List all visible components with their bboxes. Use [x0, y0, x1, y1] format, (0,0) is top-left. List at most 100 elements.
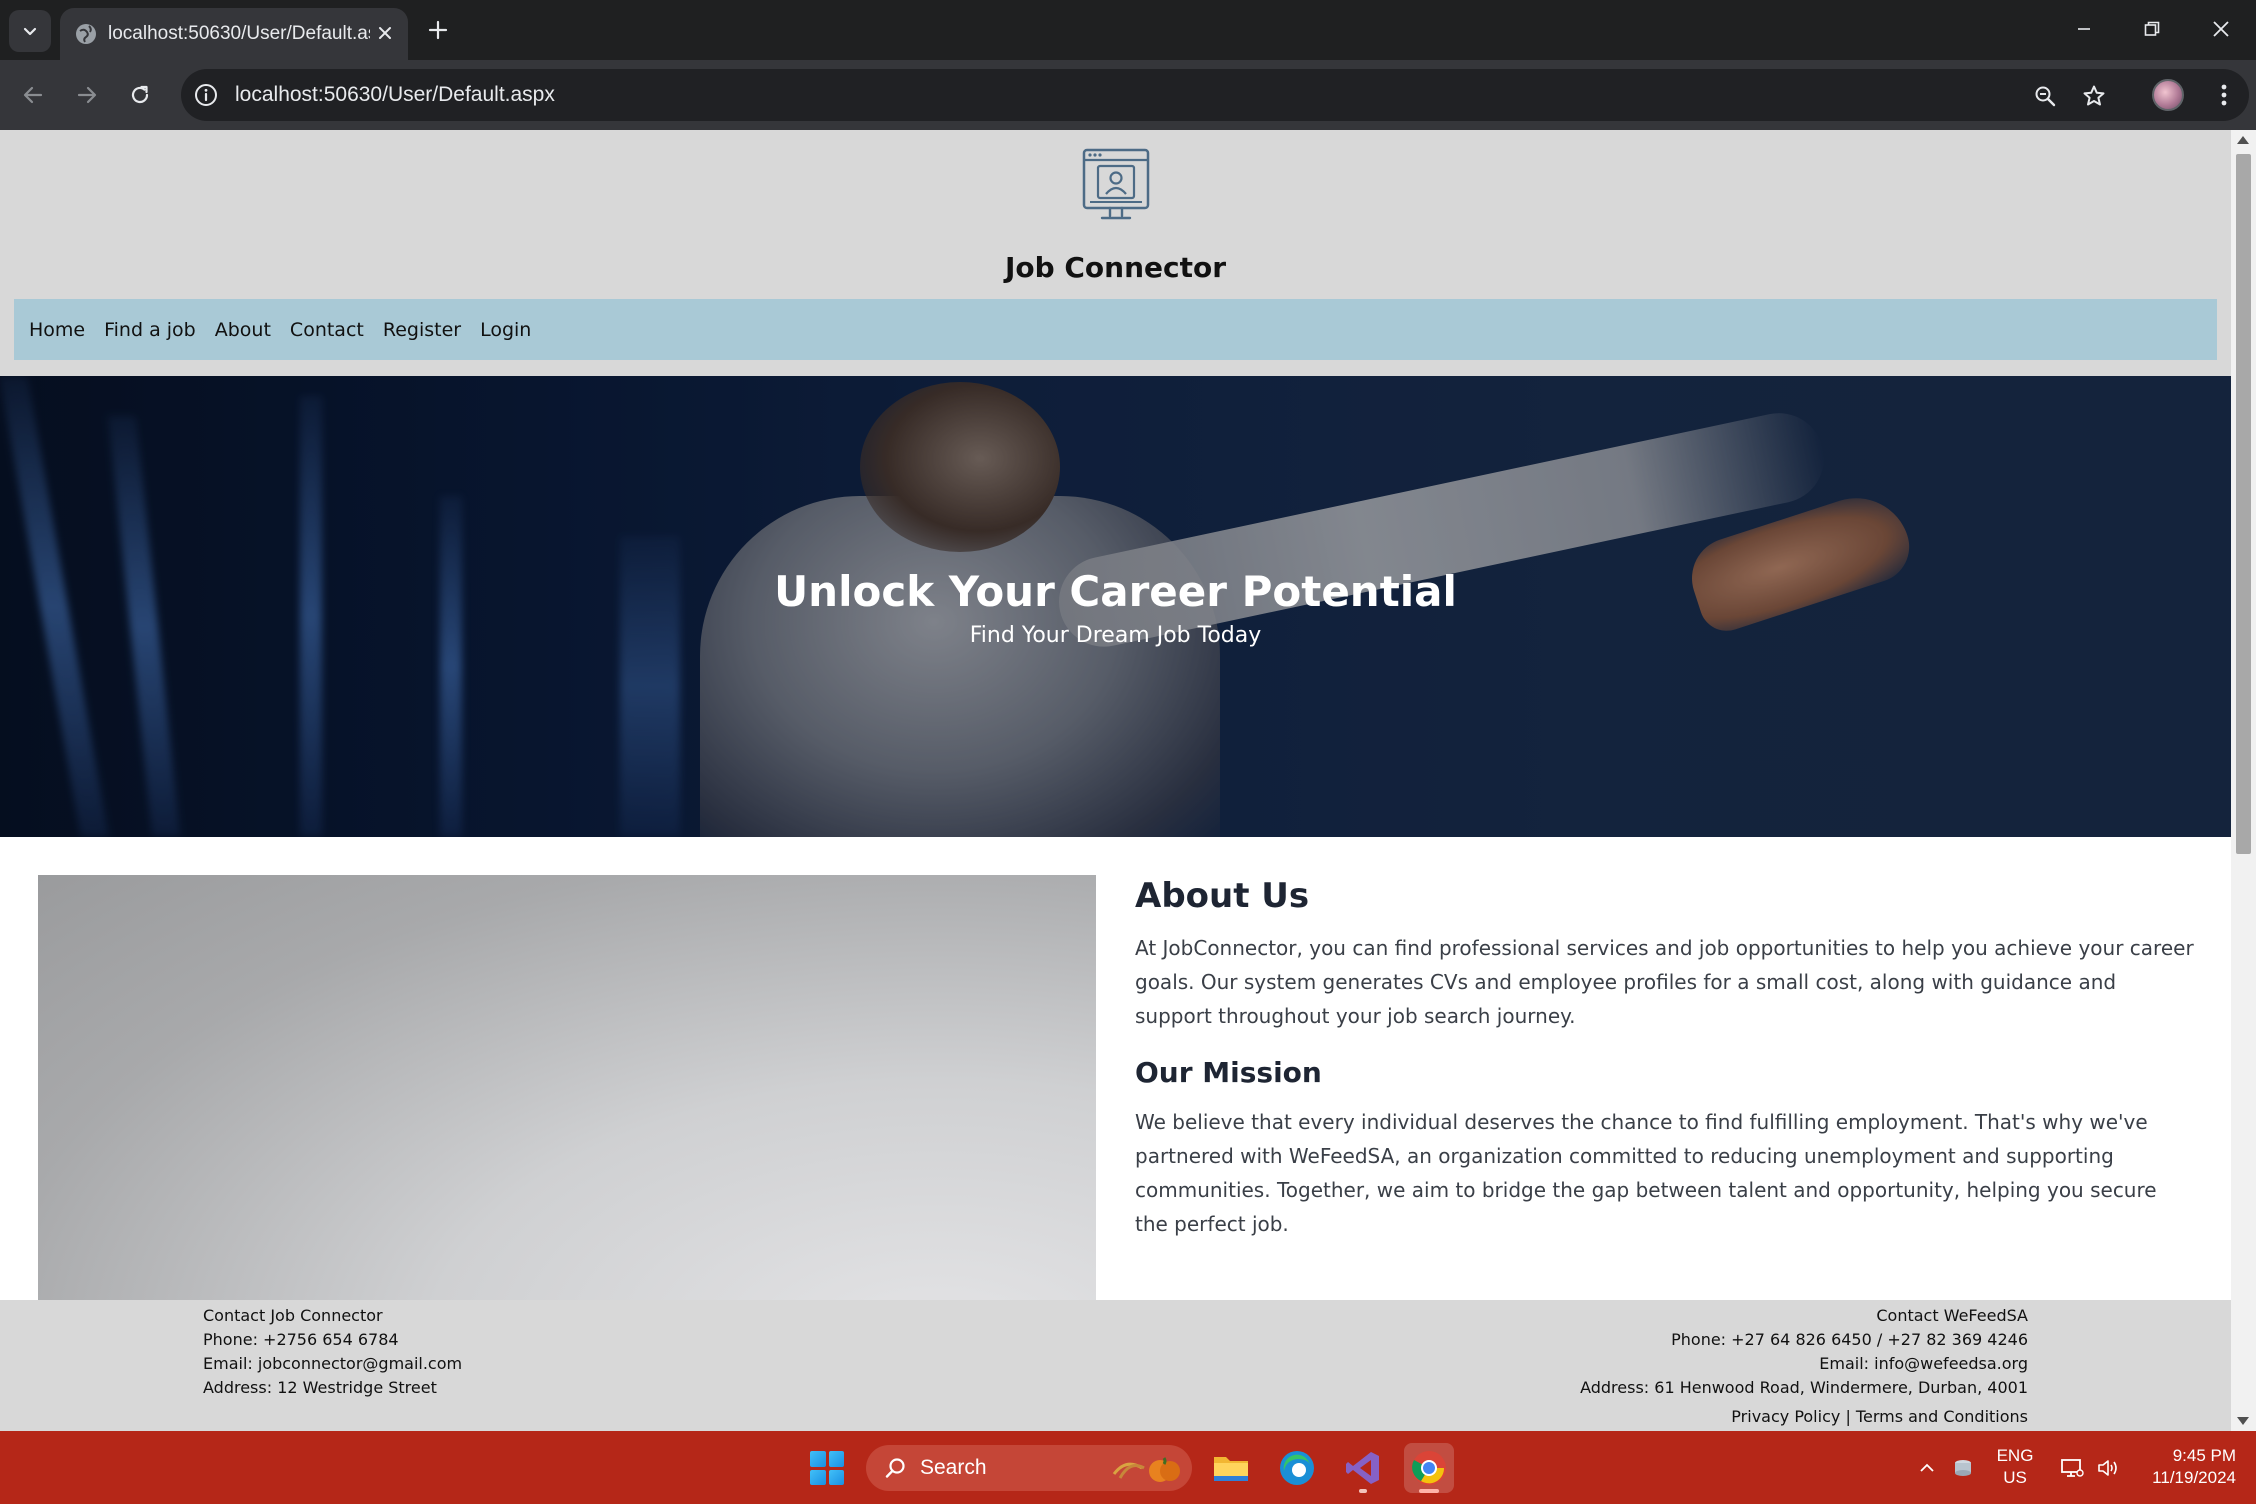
edge-browser-icon	[1280, 1451, 1314, 1485]
back-button[interactable]	[15, 77, 51, 113]
taskbar-search-label: Search	[920, 1456, 987, 1479]
site-header: Job Connector Home Find a job About Cont…	[0, 130, 2231, 376]
chrome-browser-icon	[1412, 1451, 1446, 1485]
footer-links: Privacy Policy | Terms and Conditions	[1580, 1405, 2028, 1429]
scroll-up-arrow-icon[interactable]	[2237, 136, 2249, 144]
more-vertical-icon	[2221, 84, 2227, 106]
nav-link-home[interactable]: Home	[29, 319, 85, 341]
plus-icon	[428, 20, 448, 40]
restore-button[interactable]	[2127, 8, 2177, 50]
tab-search-button[interactable]	[9, 10, 51, 52]
tray-app-icon[interactable]	[1948, 1431, 1978, 1504]
job-connector-logo-icon	[1082, 148, 1150, 220]
minimize-icon	[2078, 28, 2090, 30]
footer-link-separator: |	[1845, 1407, 1851, 1426]
hero-banner: Unlock Your Career Potential Find Your D…	[0, 376, 2231, 837]
show-hidden-icons-button[interactable]	[1912, 1431, 1942, 1504]
about-heading: About Us	[1135, 876, 1310, 916]
site-title: Job Connector	[1004, 251, 1227, 284]
about-paragraph: At JobConnector, you can find profession…	[1135, 936, 2194, 1028]
tab-close-button[interactable]	[372, 20, 398, 46]
autumn-leaves-icon	[1112, 1457, 1180, 1482]
info-icon[interactable]	[193, 82, 219, 108]
browser-menu-button[interactable]	[2210, 78, 2238, 112]
chevron-up-icon	[1920, 1463, 1934, 1472]
taskbar-edge[interactable]	[1272, 1443, 1322, 1493]
hero-title: Unlock Your Career Potential	[774, 567, 1457, 616]
arrow-right-icon	[77, 86, 97, 104]
network-icon	[2061, 1458, 2084, 1477]
page-scrollbar[interactable]	[2231, 130, 2256, 1431]
nav-link-contact[interactable]: Contact	[290, 319, 364, 341]
language-indicator[interactable]: ENG US	[1990, 1445, 2040, 1489]
windows-logo-icon	[810, 1469, 826, 1485]
url-text[interactable]: localhost:50630/User/Default.aspx	[235, 82, 555, 108]
minimize-button[interactable]	[2059, 8, 2109, 50]
taskbar-chrome[interactable]	[1404, 1443, 1454, 1493]
address-bar[interactable]: localhost:50630/User/Default.aspx	[181, 69, 2249, 121]
browser-tab[interactable]: localhost:50630/User/Default.aspx	[60, 8, 408, 60]
arrow-left-icon	[23, 86, 43, 104]
terms-and-conditions-link[interactable]: Terms and Conditions	[1856, 1407, 2028, 1426]
app-active-indicator	[1419, 1489, 1439, 1493]
close-icon	[379, 27, 391, 39]
privacy-policy-link[interactable]: Privacy Policy	[1731, 1407, 1840, 1426]
footer-left-phone: Phone: +2756 654 6784	[203, 1330, 399, 1349]
scroll-down-arrow-icon[interactable]	[2237, 1417, 2249, 1425]
zoom-button[interactable]	[2030, 81, 2060, 111]
windows-logo-icon	[828, 1451, 844, 1467]
web-page: Job Connector Home Find a job About Cont…	[0, 130, 2231, 1431]
bookmark-button[interactable]	[2079, 81, 2109, 111]
footer-right-heading: Contact WeFeedSA	[1876, 1306, 2028, 1325]
site-footer: Contact Job Connector Phone: +2756 654 6…	[0, 1300, 2231, 1431]
clock-date: 11/19/2024	[2152, 1468, 2236, 1487]
chevron-down-icon	[23, 27, 37, 36]
speaker-icon	[2098, 1459, 2117, 1476]
footer-left-address: Address: 12 Westridge Street	[203, 1378, 437, 1397]
globe-icon	[76, 24, 96, 44]
footer-left-email: Email: jobconnector@gmail.com	[203, 1354, 463, 1373]
scrollbar-thumb[interactable]	[2236, 154, 2251, 854]
footer-right-address: Address: 61 Henwood Road, Windermere, Du…	[1580, 1378, 2028, 1397]
nav-link-register[interactable]: Register	[383, 319, 461, 341]
main-navigation: Home Find a job About Contact Register L…	[14, 299, 2217, 360]
restore-icon	[2144, 21, 2160, 36]
about-section: About Us At JobConnector, you can find p…	[1135, 875, 2195, 1241]
page-viewport: Job Connector Home Find a job About Cont…	[0, 130, 2256, 1431]
nav-link-find-a-job[interactable]: Find a job	[104, 319, 196, 341]
taskbar-visual-studio[interactable]	[1338, 1443, 1388, 1493]
taskbar-clock[interactable]: 9:45 PM 11/19/2024	[2130, 1445, 2236, 1489]
footer-left-heading: Contact Job Connector	[203, 1306, 383, 1325]
profile-avatar[interactable]	[2152, 79, 2184, 111]
network-status-button[interactable]	[2056, 1431, 2088, 1504]
reload-button[interactable]	[122, 77, 158, 113]
reload-icon	[131, 85, 149, 104]
forward-button[interactable]	[69, 77, 105, 113]
mission-heading: Our Mission	[1135, 1056, 1322, 1089]
footer-right-email: Email: info@wefeedsa.org	[1819, 1354, 2028, 1373]
nav-link-about[interactable]: About	[215, 319, 271, 341]
tab-title: localhost:50630/User/Default.aspx	[108, 23, 370, 44]
close-icon	[2213, 21, 2229, 37]
zoom-icon	[2035, 86, 2056, 107]
language-code: ENG	[1996, 1446, 2034, 1465]
hero-subtitle: Find Your Dream Job Today	[969, 623, 1262, 648]
search-icon	[885, 1458, 905, 1478]
visual-studio-icon	[1346, 1452, 1379, 1484]
footer-contact-wefeedsa: Contact WeFeedSA Phone: +27 64 826 6450 …	[1580, 1304, 2028, 1429]
footer-contact-job-connector: Contact Job Connector Phone: +2756 654 6…	[203, 1304, 462, 1400]
browser-toolbar: localhost:50630/User/Default.aspx	[0, 60, 2256, 130]
clock-time: 9:45 PM	[2172, 1446, 2236, 1465]
app-running-indicator	[1359, 1489, 1367, 1493]
footer-right-phone: Phone: +27 64 826 6450 / +27 82 369 4246	[1671, 1330, 2028, 1349]
volume-button[interactable]	[2092, 1431, 2124, 1504]
browser-tabstrip: localhost:50630/User/Default.aspx	[0, 0, 2256, 60]
taskbar-search-box[interactable]: Search	[866, 1445, 1192, 1491]
window-close-button[interactable]	[2196, 8, 2246, 50]
nav-link-login[interactable]: Login	[480, 319, 531, 341]
star-icon	[2083, 85, 2105, 106]
new-tab-button[interactable]	[422, 14, 454, 46]
windows-logo-icon	[810, 1451, 826, 1467]
windows-start-button[interactable]	[810, 1451, 844, 1485]
taskbar-file-explorer[interactable]	[1206, 1443, 1256, 1493]
